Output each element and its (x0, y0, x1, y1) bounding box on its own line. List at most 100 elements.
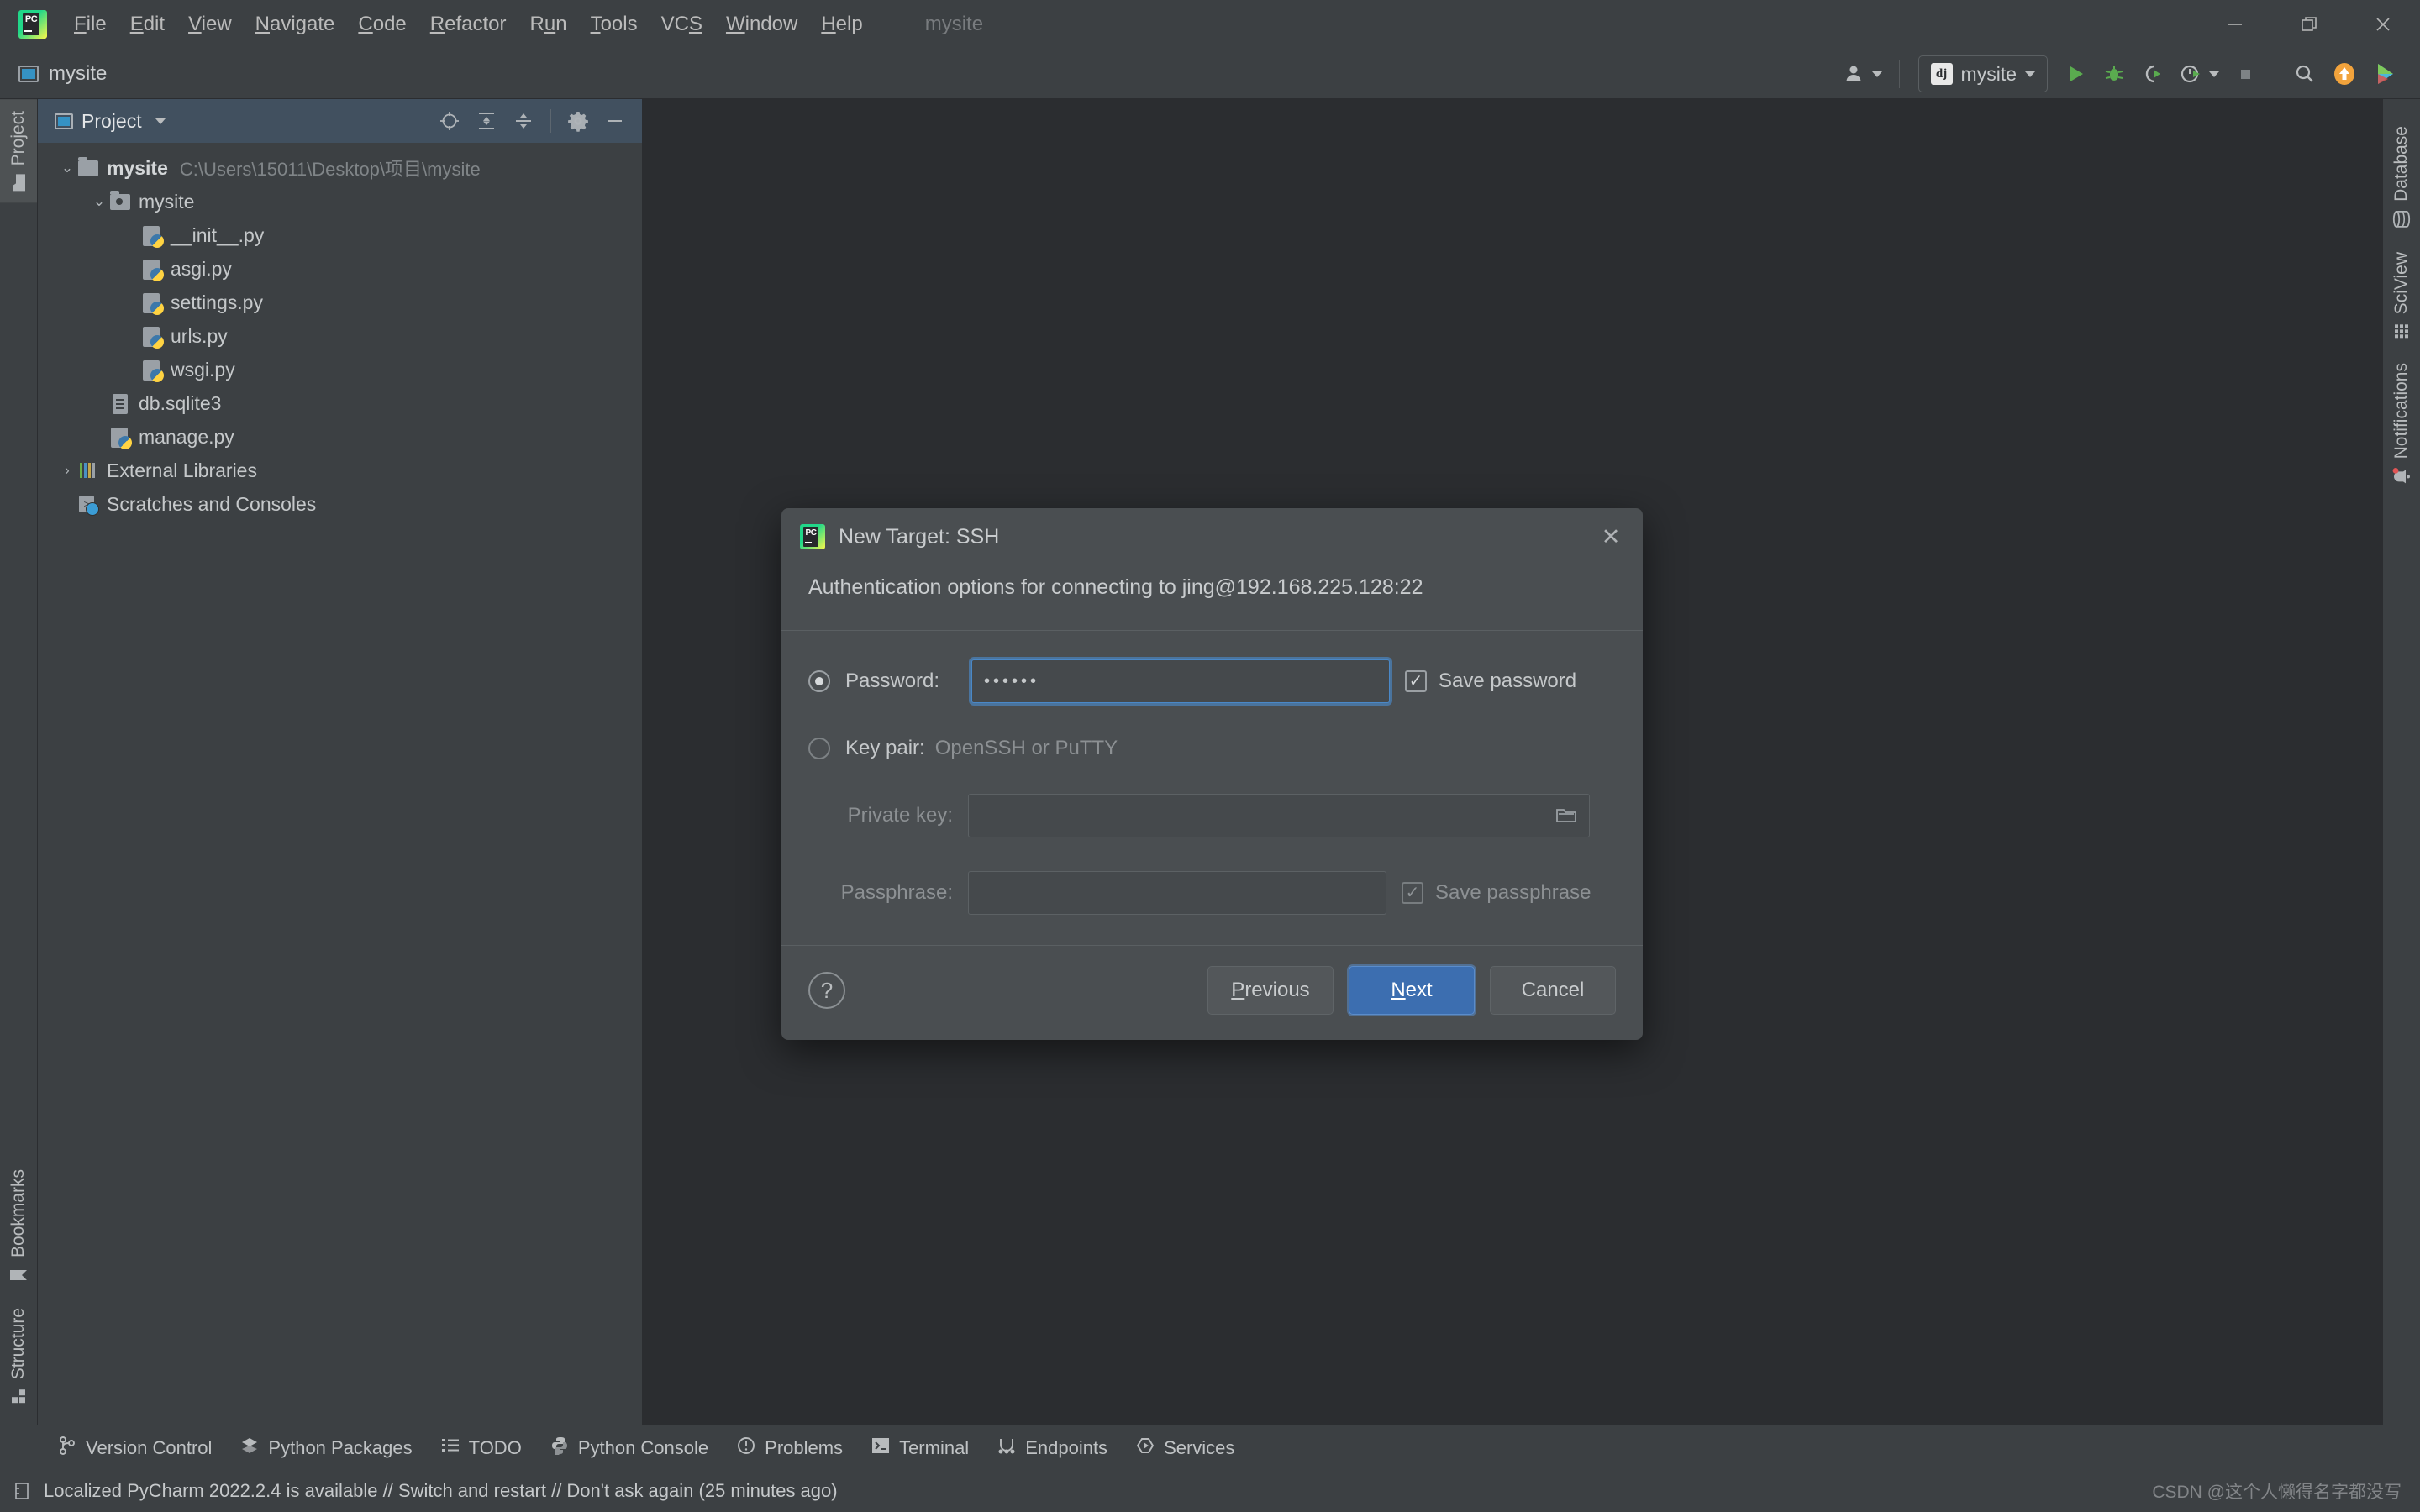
project-tool-window: Project ⌄ mysite C:\Users\15011\Desktop\… (38, 99, 643, 1425)
todo-list-icon (441, 1437, 460, 1459)
hide-panel-icon[interactable] (598, 104, 632, 138)
tree-node[interactable]: ⌄ mysite C:\Users\15011\Desktop\项目\mysite (38, 151, 642, 185)
private-key-row: Private key: (808, 794, 1616, 837)
tree-node[interactable]: ⌄ mysite (38, 185, 642, 218)
chevron-right-icon[interactable]: › (56, 462, 78, 479)
terminal-icon (871, 1437, 890, 1459)
previous-button[interactable]: Previous (1207, 966, 1334, 1015)
tree-node-label: wsgi.py (171, 358, 235, 381)
tool-window-button-terminal[interactable]: Terminal (860, 1432, 981, 1464)
password-input[interactable]: •••••• (971, 659, 1390, 703)
cancel-button[interactable]: Cancel (1490, 966, 1616, 1015)
menu-item-code[interactable]: Code (346, 9, 418, 39)
password-radio[interactable] (808, 670, 830, 692)
menu-item-tools[interactable]: Tools (579, 9, 650, 39)
chevron-down-icon[interactable]: ⌄ (88, 193, 110, 210)
sciview-grid-icon (2393, 321, 2410, 341)
update-project-icon[interactable] (2324, 54, 2365, 94)
menu-item-navigate[interactable]: Navigate (244, 9, 347, 39)
tool-window-button-python-console[interactable]: Python Console (539, 1431, 720, 1465)
problems-icon (737, 1436, 755, 1460)
project-tree[interactable]: ⌄ mysite C:\Users\15011\Desktop\项目\mysite ⌄… (38, 143, 642, 1425)
passphrase-label: Passphrase: (840, 881, 953, 904)
tool-window-button-python-packages[interactable]: Python Packages (229, 1431, 424, 1465)
breadcrumb[interactable]: mysite (18, 62, 107, 86)
search-everywhere-icon[interactable] (2286, 54, 2324, 94)
run-configuration-selector[interactable]: dj mysite (1918, 55, 2048, 92)
passphrase-input[interactable] (968, 871, 1386, 915)
breadcrumb-label: mysite (49, 61, 108, 85)
tree-node[interactable]: settings.py (38, 286, 642, 319)
left-tool-strip: Project Bookmarks Structure (0, 99, 38, 1425)
tool-window-tab-project[interactable]: Project (0, 99, 37, 203)
checkbox-box: ✓ (1402, 882, 1423, 904)
menu-item-edit[interactable]: Edit (118, 9, 176, 39)
menu-item-file[interactable]: File (62, 9, 118, 39)
save-password-checkbox[interactable]: ✓ Save password (1405, 669, 1576, 693)
tree-node[interactable]: > Scratches and Consoles (38, 487, 642, 521)
debug-icon[interactable] (2095, 54, 2133, 94)
tool-window-tab-structure[interactable]: Structure (0, 1296, 37, 1416)
scratch-icon: > (78, 493, 100, 516)
chevron-down-icon[interactable] (155, 118, 166, 124)
tool-window-button-services[interactable]: Services (1124, 1431, 1246, 1465)
close-icon[interactable] (2346, 0, 2420, 49)
dialog-title: New Target: SSH (839, 524, 1000, 549)
window-controls (2198, 0, 2420, 49)
tree-node[interactable]: db.sqlite3 (38, 386, 642, 420)
tool-window-tab-label: Structure (8, 1307, 28, 1379)
dialog-subtitle: Authentication options for connecting to… (808, 575, 1423, 599)
tree-node[interactable]: asgi.py (38, 252, 642, 286)
profile-icon[interactable] (2172, 54, 2226, 94)
menu-item-window[interactable]: Window (714, 9, 809, 39)
tool-window-tab-sciview[interactable]: SciView (2383, 240, 2420, 351)
chevron-down-icon[interactable]: ⌄ (56, 160, 78, 176)
tree-node[interactable]: wsgi.py (38, 353, 642, 386)
restore-icon[interactable] (2272, 0, 2346, 49)
tool-window-bar: Version Control Python Packages TODO Python… (0, 1425, 2420, 1470)
close-icon[interactable]: ✕ (1592, 518, 1629, 555)
run-configuration-label: mysite (1960, 62, 2017, 85)
tool-window-button-problems[interactable]: Problems (725, 1431, 855, 1465)
menu-item-vcs[interactable]: VCS (650, 9, 714, 39)
save-passphrase-checkbox[interactable]: ✓ Save passphrase (1402, 881, 1591, 905)
private-key-input[interactable] (968, 794, 1590, 837)
menu-item-view[interactable]: View (176, 9, 244, 39)
new-target-ssh-dialog: PC New Target: SSH ✕ Authentication opti… (781, 508, 1643, 1040)
project-panel-title: Project (82, 109, 142, 132)
select-opened-file-icon[interactable] (433, 104, 466, 138)
tool-window-button-version-control[interactable]: Version Control (46, 1431, 224, 1466)
help-button[interactable]: ? (808, 972, 845, 1009)
collapse-all-icon[interactable] (507, 104, 540, 138)
tree-node[interactable]: › External Libraries (38, 454, 642, 487)
menu-item-help[interactable]: Help (809, 9, 874, 39)
python-icon (110, 426, 132, 449)
run-icon[interactable] (2056, 54, 2095, 94)
title-bar: PC File Edit View Navigate Code Refactor Run To… (0, 0, 2420, 49)
tool-window-button-endpoints[interactable]: Endpoints (986, 1431, 1119, 1465)
settings-gear-icon[interactable] (561, 104, 595, 138)
ide-features-icon[interactable] (2365, 54, 2405, 94)
menu-item-run[interactable]: Run (518, 9, 579, 39)
tool-window-tab-database[interactable]: Database (2383, 114, 2420, 240)
folder-browse-icon[interactable] (1555, 806, 1577, 826)
menu-item-refactor[interactable]: Refactor (418, 9, 518, 39)
expand-all-icon[interactable] (470, 104, 503, 138)
status-message[interactable]: Localized PyCharm 2022.2.4 is available … (44, 1480, 838, 1502)
tool-window-button-todo[interactable]: TODO (429, 1432, 534, 1464)
minimize-icon[interactable] (2198, 0, 2272, 49)
keypair-hint: OpenSSH or PuTTY (934, 737, 1118, 759)
tool-window-tab-notifications[interactable]: Notifications (2383, 351, 2420, 497)
next-button[interactable]: Next (1349, 966, 1475, 1015)
database-icon (2392, 209, 2411, 229)
run-with-coverage-icon[interactable] (2133, 54, 2172, 94)
user-avatar-icon[interactable] (1837, 54, 1889, 94)
tree-node[interactable]: manage.py (38, 420, 642, 454)
keypair-radio[interactable] (808, 738, 830, 759)
package-icon (110, 191, 132, 213)
stop-icon[interactable] (2226, 54, 2265, 94)
tool-window-tab-bookmarks[interactable]: Bookmarks (0, 1158, 37, 1296)
tree-node[interactable]: urls.py (38, 319, 642, 353)
tree-node[interactable]: __init__.py (38, 218, 642, 252)
window-title: mysite (924, 13, 984, 35)
